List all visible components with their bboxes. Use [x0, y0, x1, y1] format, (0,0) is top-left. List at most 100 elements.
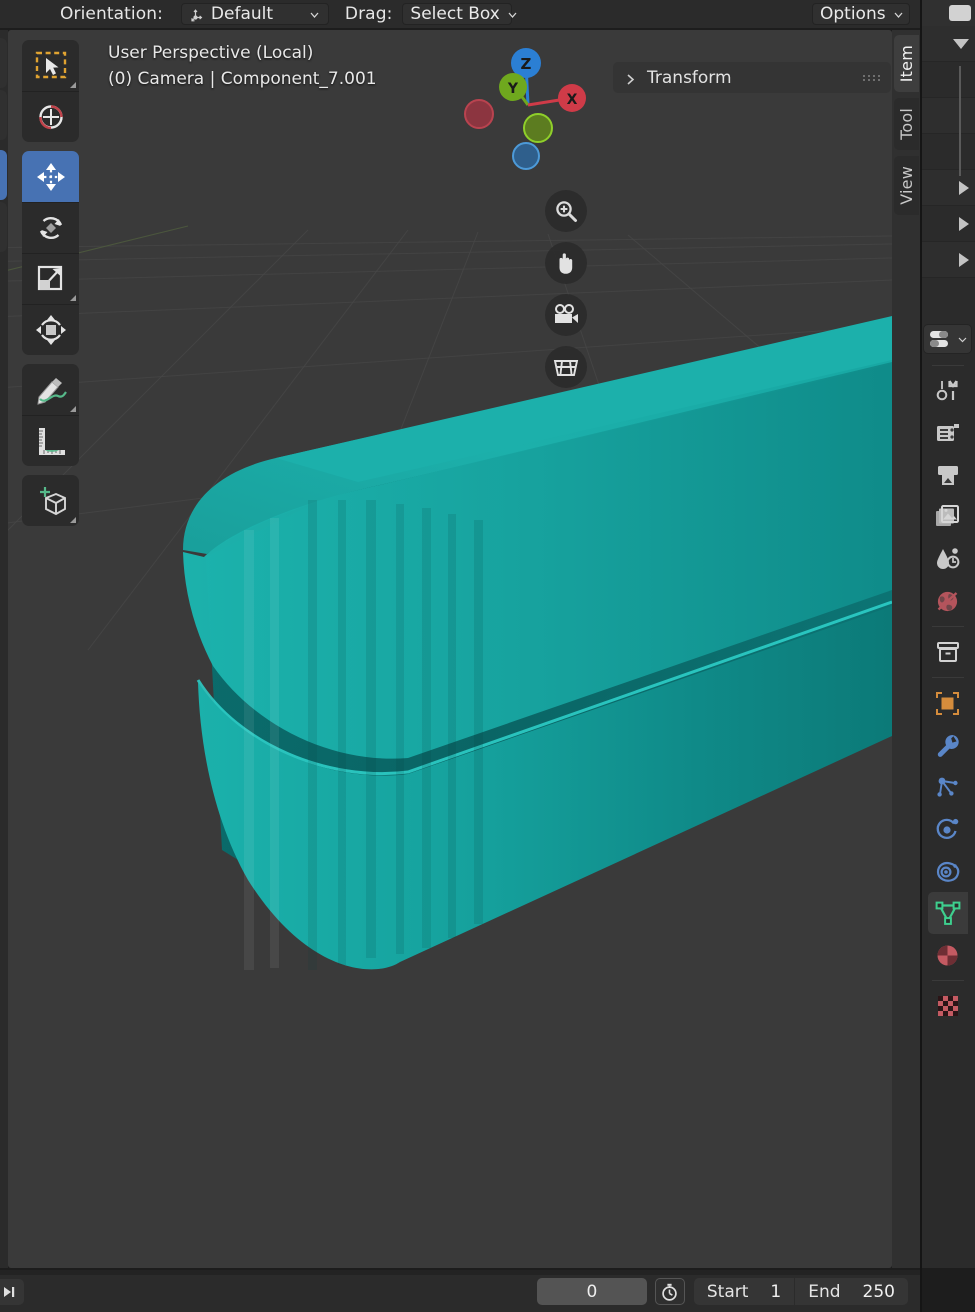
- chevron-down-icon: [507, 9, 518, 20]
- editor-type-icon[interactable]: [949, 5, 971, 21]
- toggle-orthographic-button[interactable]: [545, 346, 587, 388]
- tool-select-box[interactable]: [22, 40, 79, 91]
- texture-checker-icon: [937, 996, 958, 1016]
- gizmo-axis-neg-x[interactable]: [464, 99, 494, 129]
- options-dropdown[interactable]: Options: [812, 3, 910, 25]
- outliner-row[interactable]: [920, 134, 975, 170]
- render-properties-tab[interactable]: [928, 412, 968, 454]
- tab-view[interactable]: View: [894, 156, 919, 215]
- chevron-down-icon: [958, 337, 967, 342]
- add-cube-icon: [39, 486, 66, 515]
- 3d-viewport[interactable]: User Perspective (Local) (0) Camera | Co…: [8, 30, 892, 1268]
- tool-move[interactable]: [22, 151, 79, 202]
- world-globe-icon: [937, 591, 958, 611]
- gizmo-axis-neg-y[interactable]: [523, 113, 553, 143]
- particle-properties-tab[interactable]: [928, 766, 968, 808]
- tab-item[interactable]: Item: [894, 35, 919, 93]
- measure-ruler-icon: [38, 428, 65, 455]
- orientation-label: Orientation:: [60, 4, 163, 24]
- toolbar-group-annotate: [22, 364, 79, 466]
- gizmo-axis-y[interactable]: Y: [499, 73, 527, 101]
- scale-icon: [37, 265, 62, 291]
- particles-icon: [937, 777, 958, 797]
- frame-end-field[interactable]: End 250: [795, 1278, 908, 1305]
- frame-start-field[interactable]: Start 1: [694, 1278, 796, 1305]
- outliner-editor[interactable]: [920, 0, 975, 318]
- tool-expand-corner: [70, 295, 76, 301]
- divider: [931, 365, 964, 366]
- tool-scale[interactable]: [22, 253, 79, 304]
- gizmo-axis-x[interactable]: X: [558, 84, 586, 112]
- scene-icon: [936, 548, 959, 569]
- n-panel: Transform: [613, 62, 891, 93]
- options-label: Options: [820, 4, 886, 24]
- corner-filler: [920, 1268, 975, 1312]
- physics-properties-tab[interactable]: [928, 808, 968, 850]
- selected-3d-object[interactable]: [8, 30, 892, 1268]
- chevron-right-icon[interactable]: [959, 216, 969, 231]
- tool-measure[interactable]: [22, 415, 79, 466]
- n-panel-tabs: Item Tool View: [892, 30, 920, 1268]
- drag-dropdown[interactable]: Select Box: [402, 3, 517, 25]
- outliner-row[interactable]: [920, 26, 975, 62]
- tool-properties-tab[interactable]: [928, 370, 968, 412]
- move-view-button[interactable]: [545, 242, 587, 284]
- frame-start-label: Start: [706, 1281, 749, 1302]
- use-preview-range-button[interactable]: [654, 1278, 685, 1305]
- chevron-down-icon: [309, 9, 320, 20]
- navigation-gizmo[interactable]: Z Y X: [448, 42, 608, 172]
- tool-transform[interactable]: [22, 304, 79, 355]
- orientation-dropdown[interactable]: Default: [180, 3, 329, 25]
- chevron-down-icon[interactable]: [953, 38, 969, 49]
- tool-icon: [936, 380, 958, 401]
- properties-editor: [920, 318, 975, 1268]
- panel-grip-icon[interactable]: [863, 74, 881, 81]
- transform-panel-header[interactable]: Transform: [613, 62, 891, 93]
- gizmo-axis-neg-z[interactable]: [512, 142, 540, 170]
- grid-icon: [553, 360, 579, 376]
- toolbar-group-add: [22, 475, 79, 526]
- jump-to-endpoint-button[interactable]: [0, 1279, 24, 1305]
- transform-axes-icon: [191, 8, 203, 21]
- camera-view-button[interactable]: [545, 294, 587, 336]
- divider: [931, 677, 964, 678]
- constraint-properties-tab[interactable]: [928, 850, 968, 892]
- current-frame-field[interactable]: 0: [536, 1278, 647, 1305]
- view-layer-properties-tab[interactable]: [928, 496, 968, 538]
- collection-box-icon: [936, 642, 959, 662]
- collection-properties-tab[interactable]: [928, 631, 968, 673]
- outliner-row[interactable]: [920, 206, 975, 242]
- outliner-row[interactable]: [920, 62, 975, 98]
- chevron-right-icon[interactable]: [959, 252, 969, 267]
- object-data-properties-tab[interactable]: [927, 892, 968, 934]
- constraint-icon: [936, 861, 959, 882]
- outliner-row[interactable]: [920, 242, 975, 278]
- tool-cursor[interactable]: [22, 91, 79, 142]
- blender-window: Orientation: Default Drag: Select Box Op…: [0, 0, 975, 1312]
- viewport-toolbar: [22, 40, 79, 526]
- output-properties-tab[interactable]: [928, 454, 968, 496]
- annotate-pencil-icon: [36, 377, 67, 405]
- toolbar-group-transform: [22, 151, 79, 355]
- tool-annotate[interactable]: [22, 364, 79, 415]
- svg-text:Y: Y: [507, 81, 519, 97]
- editor-type-selector[interactable]: [923, 324, 972, 354]
- modifier-properties-tab[interactable]: [928, 724, 968, 766]
- viewport-nav-buttons: [545, 190, 587, 388]
- outliner-row[interactable]: [920, 98, 975, 134]
- chevron-right-icon[interactable]: [959, 180, 969, 195]
- outliner-row[interactable]: [920, 170, 975, 206]
- tool-expand-corner: [70, 406, 76, 412]
- zoom-button[interactable]: [545, 190, 587, 232]
- tab-tool[interactable]: Tool: [894, 98, 919, 151]
- wrench-icon: [937, 734, 959, 757]
- object-properties-tab[interactable]: [928, 682, 968, 724]
- tool-expand-corner: [70, 517, 76, 523]
- texture-properties-tab[interactable]: [928, 985, 968, 1027]
- tool-rotate[interactable]: [22, 202, 79, 253]
- world-properties-tab[interactable]: [928, 580, 968, 622]
- scene-properties-tab[interactable]: [928, 538, 968, 580]
- material-properties-tab[interactable]: [928, 934, 968, 976]
- physics-orbit-icon: [936, 818, 959, 839]
- tool-add-cube[interactable]: [22, 475, 79, 526]
